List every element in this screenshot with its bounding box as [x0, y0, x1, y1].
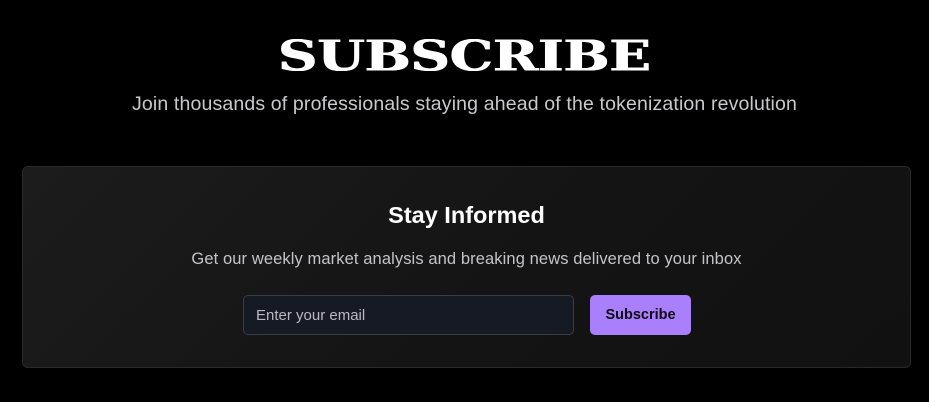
newsletter-card: Stay Informed Get our weekly market anal…: [22, 166, 911, 368]
email-input[interactable]: [243, 295, 574, 335]
subscribe-button[interactable]: Subscribe: [590, 295, 691, 335]
newsletter-description: Get our weekly market analysis and break…: [191, 250, 742, 268]
page-subtitle: Join thousands of professionals staying …: [131, 93, 798, 115]
page-title: SUBSCRIBE: [278, 31, 651, 81]
newsletter-title: Stay Informed: [388, 202, 545, 228]
